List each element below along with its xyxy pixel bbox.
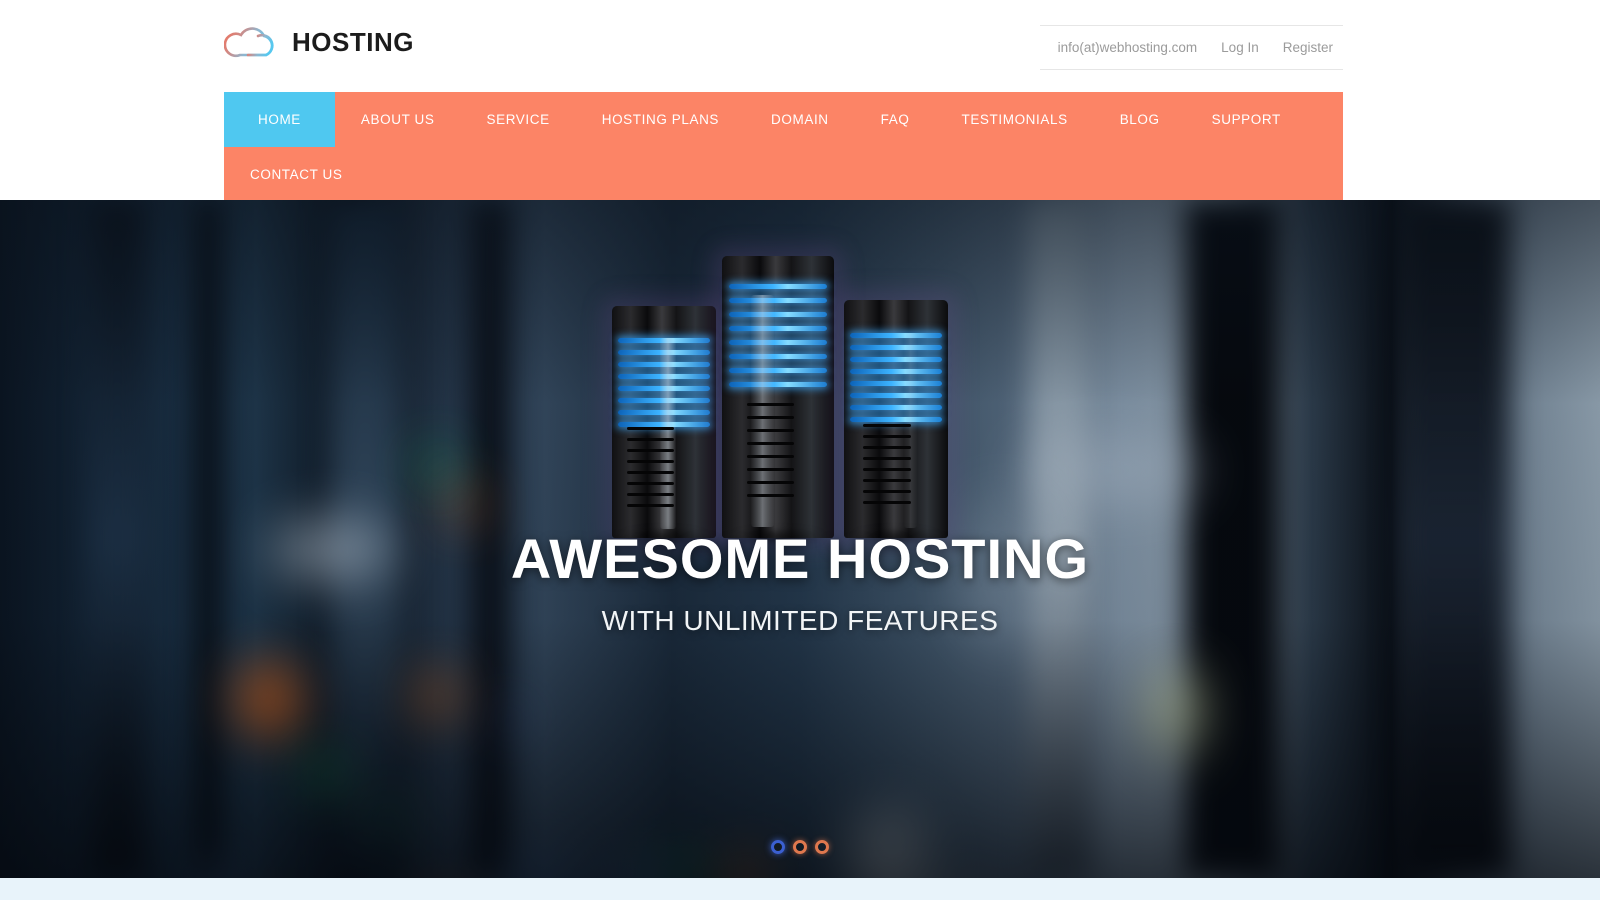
site-header: HOSTING info(at)webhosting.com Log In Re…: [0, 0, 1600, 202]
nav-item-home[interactable]: HOME: [224, 92, 335, 147]
cloud-icon: [224, 22, 280, 62]
server-towers-image: [612, 248, 962, 544]
nav-item-contact-us[interactable]: CONTACT US: [224, 147, 369, 202]
hero-copy: AWESOME HOSTING WITH UNLIMITED FEATURES: [0, 527, 1600, 637]
nav-item-hosting-plans[interactable]: HOSTING PLANS: [576, 92, 745, 147]
nav-item-domain[interactable]: DOMAIN: [745, 92, 855, 147]
carousel-dot-2[interactable]: [793, 840, 807, 854]
content-band: [0, 878, 1600, 900]
hero-title: AWESOME HOSTING: [510, 527, 1090, 590]
nav-item-support[interactable]: SUPPORT: [1186, 92, 1307, 147]
main-navigation: HOME ABOUT US SERVICE HOSTING PLANS DOMAIN FA…: [224, 92, 1343, 202]
login-link[interactable]: Log In: [1221, 41, 1259, 55]
carousel-dot-1[interactable]: [771, 840, 785, 854]
contact-email-link[interactable]: info(at)webhosting.com: [1058, 41, 1198, 55]
hero-subtitle: WITH UNLIMITED FEATURES: [601, 604, 999, 636]
brand-name: HOSTING: [292, 27, 414, 57]
register-link[interactable]: Register: [1283, 41, 1333, 55]
hero-carousel: AWESOME HOSTING WITH UNLIMITED FEATURES: [0, 200, 1600, 878]
nav-item-about-us[interactable]: ABOUT US: [335, 92, 461, 147]
nav-item-testimonials[interactable]: TESTIMONIALS: [935, 92, 1093, 147]
carousel-dots: [0, 840, 1600, 854]
carousel-dot-3[interactable]: [815, 840, 829, 854]
nav-item-faq[interactable]: FAQ: [855, 92, 936, 147]
nav-item-blog[interactable]: BLOG: [1094, 92, 1186, 147]
utility-bar: info(at)webhosting.com Log In Register: [1040, 25, 1343, 70]
site-logo[interactable]: HOSTING: [224, 22, 414, 62]
nav-item-service[interactable]: SERVICE: [460, 92, 575, 147]
